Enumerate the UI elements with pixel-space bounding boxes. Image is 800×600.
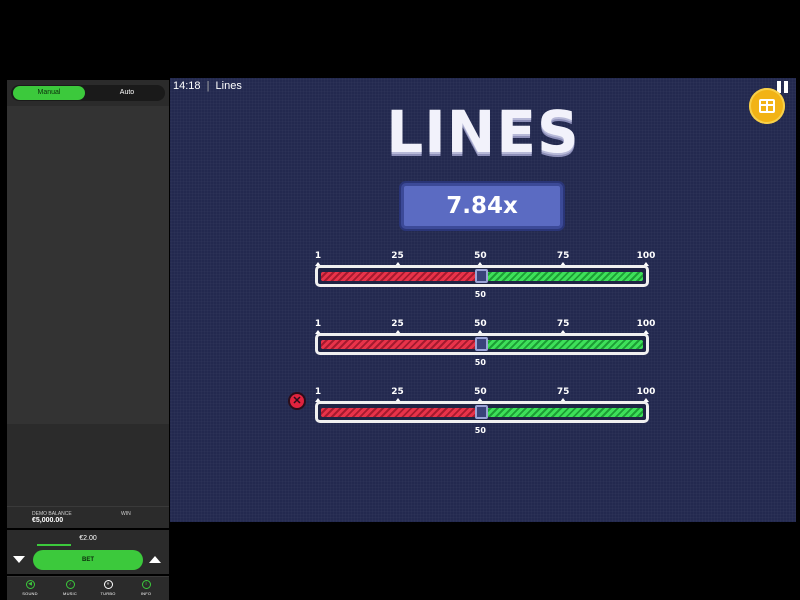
tick-label: 50 [474, 319, 487, 329]
tick-label: 75 [556, 387, 570, 397]
line-slider-track[interactable] [315, 265, 649, 287]
manual-mode-button[interactable]: Manual [13, 86, 85, 100]
win-range-bar [485, 408, 643, 417]
tick-label: 1 [314, 319, 322, 329]
bet-amount-indicator [37, 544, 71, 546]
tick-label: 100 [636, 387, 656, 397]
auto-mode-button[interactable]: Auto [91, 86, 163, 100]
bet-button[interactable]: BET [33, 550, 143, 570]
settings-bar: ◀ SOUND ♪ MUSIC » TURBO i INFO [7, 576, 169, 600]
tick-label: 1 [314, 251, 322, 261]
tick-label: 1 [314, 387, 322, 397]
tick-label: 75 [556, 319, 570, 329]
balance-row: DEMO BALANCE €5,000.00 WIN [7, 506, 169, 528]
lose-range-bar [321, 408, 481, 417]
clock: 14:18 [173, 80, 201, 92]
header-separator: | [206, 80, 210, 92]
line-current-value: 50 [474, 290, 486, 299]
win-range-bar [485, 272, 643, 281]
sound-icon: ◀ [25, 580, 35, 589]
game-name: Lines [215, 80, 242, 92]
remove-line-icon[interactable]: ✕ [288, 392, 306, 410]
bet-area: €2.00 BET [7, 530, 169, 574]
mode-toggle: Manual Auto [11, 85, 165, 101]
bet-history-area [7, 106, 169, 424]
lose-range-bar [321, 340, 481, 349]
line-current-value: 50 [474, 358, 486, 367]
turbo-label: TURBO [100, 591, 116, 596]
game-area: 14:18 | Lines LINES 7.84x 1 25 50 75 100 50 1 2… [170, 78, 796, 522]
increase-bet-icon[interactable] [149, 556, 161, 563]
pause-icon[interactable] [777, 81, 789, 93]
lose-range-bar [321, 272, 481, 281]
app-root: Manual Auto DEMO BALANCE €5,000.00 WIN €… [0, 0, 800, 600]
game-header: 14:18 | Lines [173, 80, 242, 92]
line-1: 1 25 50 75 100 50 [310, 251, 656, 311]
info-label: INFO [140, 591, 152, 596]
tick-label: 50 [474, 251, 487, 261]
tick-label: 100 [636, 251, 656, 261]
multiplier-box: 7.84x [401, 183, 563, 229]
win-range-bar [485, 340, 643, 349]
tick-label: 100 [636, 319, 656, 329]
multiplier-value: 7.84x [446, 193, 518, 219]
balance-value: €5,000.00 [32, 517, 64, 524]
line-slider-track[interactable] [315, 333, 649, 355]
tick-label: 75 [556, 251, 570, 261]
line-3: 1 25 50 75 100 50 ✕ [288, 387, 655, 447]
line-2: 1 25 50 75 100 50 [310, 319, 656, 379]
info-icon: i [141, 580, 151, 589]
slider-handle[interactable] [475, 269, 489, 283]
slider-handle[interactable] [475, 405, 489, 419]
music-label: MUSIC [63, 591, 77, 596]
win-label: WIN [121, 511, 131, 517]
line-slider-track[interactable] [315, 401, 649, 423]
line-current-value: 50 [474, 426, 486, 435]
turbo-icon: » [103, 580, 113, 589]
sound-label: SOUND [22, 591, 38, 596]
tick-label: 25 [391, 387, 404, 397]
sound-toggle[interactable]: ◀ SOUND [12, 580, 48, 596]
bet-amount[interactable]: €2.00 [7, 535, 169, 542]
music-icon: ♪ [65, 580, 75, 589]
bet-panel: Manual Auto DEMO BALANCE €5,000.00 WIN €… [7, 80, 169, 600]
info-button[interactable]: i INFO [128, 580, 164, 596]
music-toggle[interactable]: ♪ MUSIC [52, 580, 88, 596]
tick-label: 25 [391, 251, 404, 261]
slider-handle[interactable] [475, 337, 489, 351]
game-title: LINES [386, 98, 580, 166]
turbo-toggle[interactable]: » TURBO [90, 580, 126, 596]
tick-label: 50 [474, 387, 487, 397]
decrease-bet-icon[interactable] [13, 556, 25, 563]
tick-label: 25 [391, 319, 404, 329]
